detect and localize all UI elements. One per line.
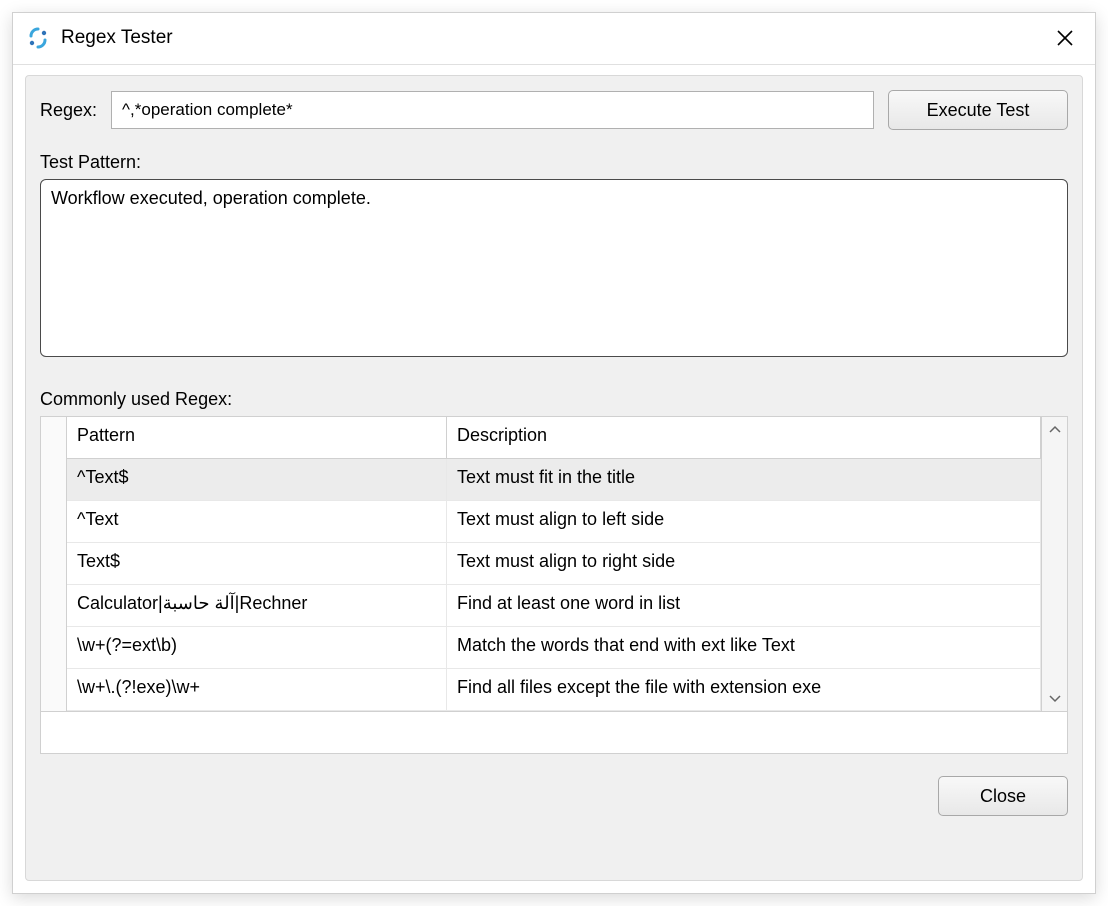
common-regex-label: Commonly used Regex: bbox=[40, 389, 1068, 410]
cell-pattern: Text$ bbox=[67, 543, 447, 584]
table-row[interactable]: Calculator|آلة حاسبة|RechnerFind at leas… bbox=[67, 585, 1041, 627]
cell-description: Find at least one word in list bbox=[447, 585, 1041, 626]
column-header-pattern[interactable]: Pattern bbox=[67, 417, 447, 458]
execute-test-button[interactable]: Execute Test bbox=[888, 90, 1068, 130]
table-row[interactable]: \w+\.(?!exe)\w+Find all files except the… bbox=[67, 669, 1041, 711]
grid-main: Pattern Description ▶^Text$Text must fit… bbox=[67, 417, 1041, 711]
table-row[interactable]: ^TextText must align to left side bbox=[67, 501, 1041, 543]
cell-pattern: ^Text$ bbox=[67, 459, 447, 500]
cell-pattern: Calculator|آلة حاسبة|Rechner bbox=[67, 585, 447, 626]
common-regex-grid: Pattern Description ▶^Text$Text must fit… bbox=[40, 416, 1068, 712]
grid-row-gutter bbox=[41, 417, 67, 711]
table-row[interactable]: Text$Text must align to right side bbox=[67, 543, 1041, 585]
close-icon[interactable] bbox=[1049, 22, 1081, 54]
cell-description: Find all files except the file with exte… bbox=[447, 669, 1041, 710]
close-button[interactable]: Close bbox=[938, 776, 1068, 816]
main-groupbox: Regex: Execute Test Test Pattern: Common… bbox=[25, 75, 1083, 881]
vertical-scrollbar[interactable] bbox=[1041, 417, 1067, 711]
regex-input[interactable] bbox=[111, 91, 874, 129]
window-title: Regex Tester bbox=[61, 27, 1049, 49]
cell-pattern: \w+(?=ext\b) bbox=[67, 627, 447, 668]
cell-description: Text must fit in the title bbox=[447, 459, 1041, 500]
test-pattern-label: Test Pattern: bbox=[40, 152, 1068, 173]
regex-tester-dialog: Regex Tester Regex: Execute Test Test Pa… bbox=[12, 12, 1096, 894]
cell-description: Match the words that end with ext like T… bbox=[447, 627, 1041, 668]
dialog-footer: Close bbox=[40, 772, 1068, 816]
grid-header: Pattern Description bbox=[67, 417, 1041, 459]
test-pattern-input[interactable] bbox=[40, 179, 1068, 357]
cell-description: Text must align to right side bbox=[447, 543, 1041, 584]
app-icon bbox=[27, 27, 49, 49]
column-header-description[interactable]: Description bbox=[447, 417, 1041, 458]
grid-body: ▶^Text$Text must fit in the title^TextTe… bbox=[67, 459, 1041, 711]
table-row[interactable]: \w+(?=ext\b)Match the words that end wit… bbox=[67, 627, 1041, 669]
grid-footer-strip bbox=[40, 712, 1068, 754]
table-row[interactable]: ▶^Text$Text must fit in the title bbox=[67, 459, 1041, 501]
scroll-up-icon[interactable] bbox=[1046, 421, 1064, 439]
cell-pattern: \w+\.(?!exe)\w+ bbox=[67, 669, 447, 710]
cell-pattern: ^Text bbox=[67, 501, 447, 542]
cell-description: Text must align to left side bbox=[447, 501, 1041, 542]
titlebar: Regex Tester bbox=[13, 13, 1095, 65]
scroll-down-icon[interactable] bbox=[1046, 689, 1064, 707]
dialog-content: Regex: Execute Test Test Pattern: Common… bbox=[13, 65, 1095, 893]
regex-label: Regex: bbox=[40, 100, 97, 121]
regex-row: Regex: Execute Test bbox=[40, 90, 1068, 130]
